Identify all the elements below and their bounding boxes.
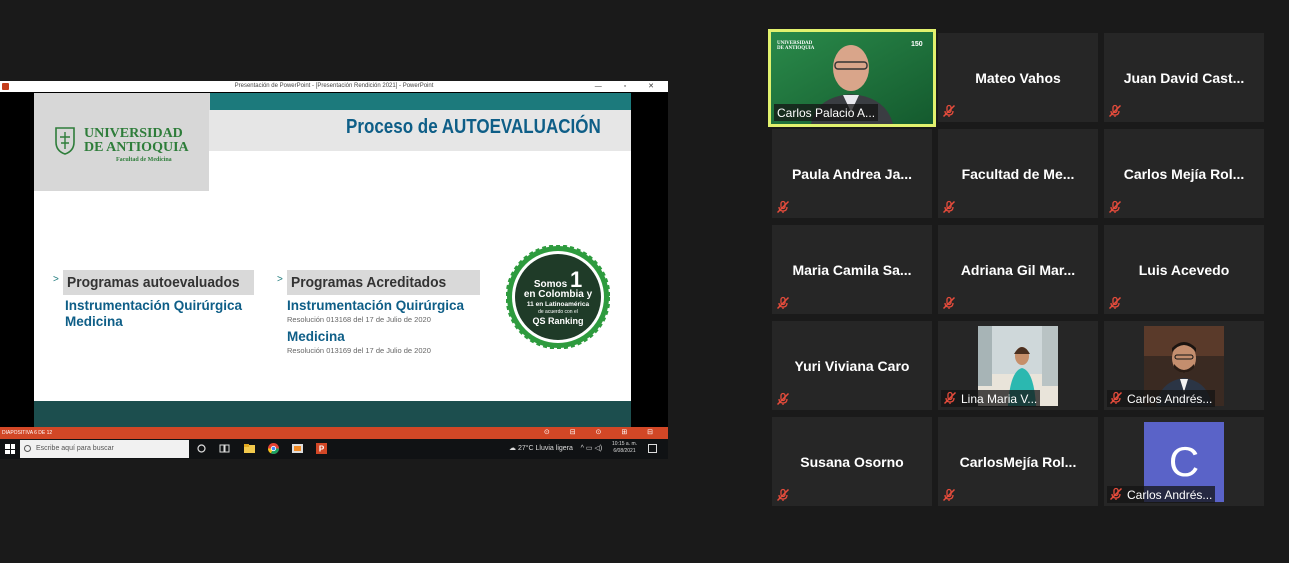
badge-acuerdo: de acuerdo con el xyxy=(538,309,578,315)
badge-latinoamerica: 11 en Latinoamérica xyxy=(526,301,590,308)
university-seal-icon xyxy=(55,127,75,155)
svg-text:P: P xyxy=(319,445,325,454)
qs-ranking-badge: Somos 1 en Colombia y 11 en Latinoaméric… xyxy=(505,244,611,350)
badge-colombia: en Colombia y xyxy=(523,289,593,300)
app-icon xyxy=(292,444,303,453)
windows-taskbar: Escribe aquí para buscar P ☁ 27°C Lluvia… xyxy=(0,439,668,459)
microphone-muted-icon xyxy=(942,200,956,214)
participant-name: Susana Osorno xyxy=(800,453,904,470)
chevron-right-icon: > xyxy=(277,274,283,285)
taskbar-search-input: Escribe aquí para buscar xyxy=(20,440,189,458)
microphone-muted-icon xyxy=(942,488,956,502)
participant-name: Carlos Mejía Rol... xyxy=(1123,165,1245,182)
microphone-muted-icon xyxy=(1109,391,1123,405)
svg-text:DE ANTIOQUIA: DE ANTIOQUIA xyxy=(777,46,815,51)
participant-tile[interactable]: Mateo Vahos xyxy=(938,33,1098,122)
participant-name: Maria Camila Sa... xyxy=(792,261,912,278)
microphone-muted-icon xyxy=(1108,296,1122,310)
participant-tile[interactable]: CarlosMejía Rol... xyxy=(938,417,1098,506)
microphone-muted-icon xyxy=(776,488,790,502)
badge-qs-ranking: QS Ranking xyxy=(532,316,584,326)
microphone-muted-icon xyxy=(1109,487,1123,501)
participant-tile[interactable]: Adriana Gil Mar... xyxy=(938,225,1098,314)
participant-name: Juan David Cast... xyxy=(1123,69,1245,86)
microphone-muted-icon xyxy=(942,104,956,118)
powerpoint-status-bar: DIAPOSITIVA 6 DE 12 ⊙ ⊟ ⊙ ⊞ ⊟ xyxy=(0,427,668,439)
participant-tile[interactable]: Maria Camila Sa... xyxy=(772,225,932,314)
microphone-muted-icon xyxy=(943,391,957,405)
participant-name: Carlos Andrés... xyxy=(1127,488,1213,502)
university-logo: UNIVERSIDAD DE ANTIOQUIA Facultad de Med… xyxy=(34,93,209,191)
taskbar-weather: ☁ 27°C Lluvia ligera ^ ▭ ◁) xyxy=(509,445,603,452)
left-program-item: Instrumentación Quirúrgica xyxy=(65,298,243,313)
task-view-icon xyxy=(219,444,230,453)
participant-tile[interactable]: Juan David Cast... xyxy=(1104,33,1264,122)
resolution-text: Resolución 013168 del 17 de Julio de 202… xyxy=(287,315,431,324)
participant-name: Mateo Vahos xyxy=(975,69,1061,86)
view-controls-icons: ⊙ ⊟ ⊙ ⊞ ⊟ xyxy=(543,429,662,436)
powerpoint-taskbar-icon: P xyxy=(316,443,327,454)
cloud-icon: ☁ xyxy=(509,445,516,452)
svg-text:150: 150 xyxy=(911,41,923,48)
search-icon xyxy=(24,445,31,452)
participant-name: Luis Acevedo xyxy=(1138,261,1230,278)
powerpoint-app-icon xyxy=(2,83,9,90)
microphone-muted-icon xyxy=(1108,104,1122,118)
chrome-icon xyxy=(268,443,279,454)
participant-name: Carlos Andrés... xyxy=(1127,392,1213,406)
window-controls: — ▫ ✕ xyxy=(594,83,664,90)
slide-title: Proceso de AUTOEVALUACIÓN xyxy=(346,116,601,138)
slide-bottom-band xyxy=(34,401,631,427)
participant-tile[interactable]: Susana Osorno xyxy=(772,417,932,506)
participant-name: Paula Andrea Ja... xyxy=(791,165,913,182)
slide: UNIVERSIDAD DE ANTIOQUIA Facultad de Med… xyxy=(34,93,631,427)
participant-tile[interactable]: C Carlos Andrés... xyxy=(1104,417,1264,506)
powerpoint-window-title: Presentación de PowerPoint - [Presentaci… xyxy=(234,83,434,89)
participant-tile[interactable]: Yuri Viviana Caro xyxy=(772,321,932,410)
logo-text-faculty: Facultad de Medicina xyxy=(116,157,172,163)
microphone-muted-icon xyxy=(776,200,790,214)
microphone-muted-icon xyxy=(776,392,790,406)
participant-name-label: Carlos Andrés... xyxy=(1107,390,1216,407)
label-programas-acreditados: Programas Acreditados xyxy=(287,270,480,295)
resolution-text: Resolución 013169 del 17 de Julio de 202… xyxy=(287,346,431,355)
participant-tile[interactable]: Carlos Andrés... xyxy=(1104,321,1264,410)
windows-start-icon xyxy=(5,444,15,454)
participant-name-label: Lina Maria V... xyxy=(941,390,1041,407)
participant-name: Lina Maria V... xyxy=(961,392,1038,406)
right-program-item: Instrumentación Quirúrgica xyxy=(287,298,465,313)
taskbar-clock: 10:15 a. m. 6/08/2021 xyxy=(612,441,638,454)
notifications-icon xyxy=(648,444,657,453)
participant-name: Yuri Viviana Caro xyxy=(794,357,910,374)
microphone-muted-icon xyxy=(776,296,790,310)
right-program-item: Medicina xyxy=(287,329,345,344)
microphone-muted-icon xyxy=(1108,200,1122,214)
participant-name: Facultad de Me... xyxy=(961,165,1075,182)
participant-tile[interactable]: Luis Acevedo xyxy=(1104,225,1264,314)
participant-tile[interactable]: Carlos Mejía Rol... xyxy=(1104,129,1264,218)
participant-tile[interactable]: UNIVERSIDAD DE ANTIOQUIA 150 Carlos Pala… xyxy=(768,29,936,127)
file-explorer-icon xyxy=(244,444,255,453)
logo-text-line2: DE ANTIOQUIA xyxy=(84,140,189,155)
slide-counter: DIAPOSITIVA 6 DE 12 xyxy=(2,430,53,436)
participant-name: Carlos Palacio A... xyxy=(774,104,879,121)
participant-tile[interactable]: Paula Andrea Ja... xyxy=(772,129,932,218)
participant-name: Adriana Gil Mar... xyxy=(960,261,1076,278)
left-program-item: Medicina xyxy=(65,314,123,329)
screen-share: Presentación de PowerPoint - [Presentaci… xyxy=(0,81,668,459)
microphone-muted-icon xyxy=(942,296,956,310)
participant-name-label: Carlos Andrés... xyxy=(1107,486,1216,503)
label-programas-autoevaluados: Programas autoevaluados xyxy=(63,270,254,295)
participant-tile[interactable]: Facultad de Me... xyxy=(938,129,1098,218)
cortana-icon xyxy=(197,444,206,453)
chevron-right-icon: > xyxy=(53,274,59,285)
powerpoint-title-bar: Presentación de PowerPoint - [Presentaci… xyxy=(0,81,668,92)
participant-tile[interactable]: Lina Maria V... xyxy=(938,321,1098,410)
participant-name: CarlosMejía Rol... xyxy=(959,453,1077,470)
